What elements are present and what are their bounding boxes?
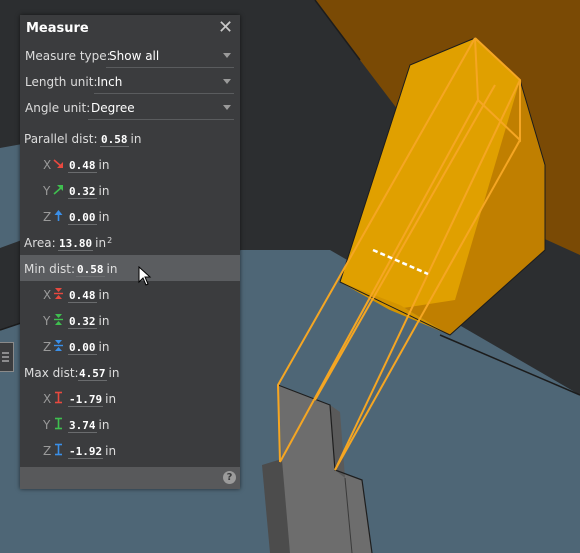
min-dist-row[interactable]: Min dist: 0.58 in — [20, 255, 240, 281]
area-row[interactable]: Area: 13.80 in2 — [20, 229, 240, 255]
measure-type-label: Measure type: — [25, 49, 111, 63]
min-dist-label: Min dist: — [24, 262, 76, 276]
parallel-dist-label: Parallel dist: — [24, 132, 98, 146]
min-dist-value[interactable]: 0.58 in — [76, 262, 117, 277]
min-z-value[interactable]: 0.00 in — [68, 340, 109, 355]
max-x-row[interactable]: X -1.79 in — [20, 385, 240, 411]
max-dist-label: Max dist: — [24, 366, 79, 380]
max-y-row[interactable]: Y 3.74 in — [20, 411, 240, 437]
max-dist-value[interactable]: 4.57 in — [78, 366, 119, 381]
length-unit-dropdown[interactable]: Inch — [94, 71, 234, 94]
area-label: Area: — [24, 236, 56, 250]
max-x-value[interactable]: -1.79 in — [68, 392, 116, 407]
angle-unit-row: Angle unit: Degree — [20, 95, 240, 121]
axis-x-label: X — [43, 392, 52, 406]
axis-y-label: Y — [43, 184, 51, 198]
min-y-row[interactable]: Y 0.32 in — [20, 307, 240, 333]
angle-unit-dropdown[interactable]: Degree — [88, 97, 234, 120]
mouse-cursor-icon — [138, 266, 152, 286]
diagonal-up-arrow-icon — [53, 185, 63, 195]
min-dist-icon — [54, 340, 63, 351]
max-dist-icon — [55, 391, 62, 404]
diagonal-down-arrow-icon — [53, 159, 63, 168]
parallel-dist-row[interactable]: Parallel dist: 0.58 in — [20, 125, 240, 151]
area-value[interactable]: 13.80 in2 — [58, 236, 112, 251]
measure-type-value: Show all — [109, 49, 160, 63]
measure-panel: Measure ✕ Measure type: Show all Length … — [20, 15, 240, 489]
chevron-down-icon — [223, 105, 231, 110]
length-unit-label: Length unit: — [25, 75, 98, 89]
chevron-down-icon — [223, 79, 231, 84]
chevron-down-icon — [223, 53, 231, 58]
parallel-x-row[interactable]: X 0.48 in — [20, 151, 240, 177]
parallel-z-value[interactable]: 0.00 in — [68, 210, 109, 225]
axis-y-label: Y — [43, 314, 51, 328]
angle-unit-label: Angle unit: — [25, 101, 91, 115]
close-icon[interactable]: ✕ — [218, 19, 233, 37]
min-x-row[interactable]: X 0.48 in — [20, 281, 240, 307]
parallel-y-row[interactable]: Y 0.32 in — [20, 177, 240, 203]
help-icon[interactable]: ? — [223, 471, 236, 484]
max-dist-icon — [55, 443, 62, 456]
axis-z-label: Z — [43, 210, 52, 224]
side-panel-tab[interactable] — [0, 342, 14, 372]
list-icon — [2, 352, 9, 362]
parallel-dist-value[interactable]: 0.58 in — [100, 132, 141, 147]
axis-z-label: Z — [43, 340, 52, 354]
measure-type-dropdown[interactable]: Show all — [106, 45, 234, 68]
length-unit-value: Inch — [97, 75, 123, 89]
length-unit-row: Length unit: Inch — [20, 69, 240, 95]
max-z-row[interactable]: Z -1.92 in — [20, 437, 240, 463]
parallel-x-value[interactable]: 0.48 in — [68, 158, 109, 173]
max-dist-row[interactable]: Max dist: 4.57 in — [20, 359, 240, 385]
max-z-value[interactable]: -1.92 in — [68, 444, 116, 459]
parallel-z-row[interactable]: Z 0.00 in — [20, 203, 240, 229]
min-y-value[interactable]: 0.32 in — [68, 314, 109, 329]
angle-unit-value: Degree — [91, 101, 135, 115]
parallel-y-value[interactable]: 0.32 in — [68, 184, 109, 199]
axis-y-label: Y — [43, 418, 51, 432]
panel-header: Measure ✕ — [20, 15, 240, 43]
min-dist-icon — [54, 288, 63, 299]
up-arrow-icon — [54, 210, 63, 221]
max-dist-icon — [55, 417, 62, 430]
min-x-value[interactable]: 0.48 in — [68, 288, 109, 303]
axis-x-label: X — [43, 158, 52, 172]
min-dist-icon — [54, 314, 63, 325]
min-z-row[interactable]: Z 0.00 in — [20, 333, 240, 359]
axis-x-label: X — [43, 288, 52, 302]
axis-z-label: Z — [43, 444, 52, 458]
panel-title: Measure — [26, 21, 89, 36]
max-y-value[interactable]: 3.74 in — [68, 418, 109, 433]
measure-type-row: Measure type: Show all — [20, 43, 240, 69]
panel-footer: ? — [20, 467, 240, 489]
